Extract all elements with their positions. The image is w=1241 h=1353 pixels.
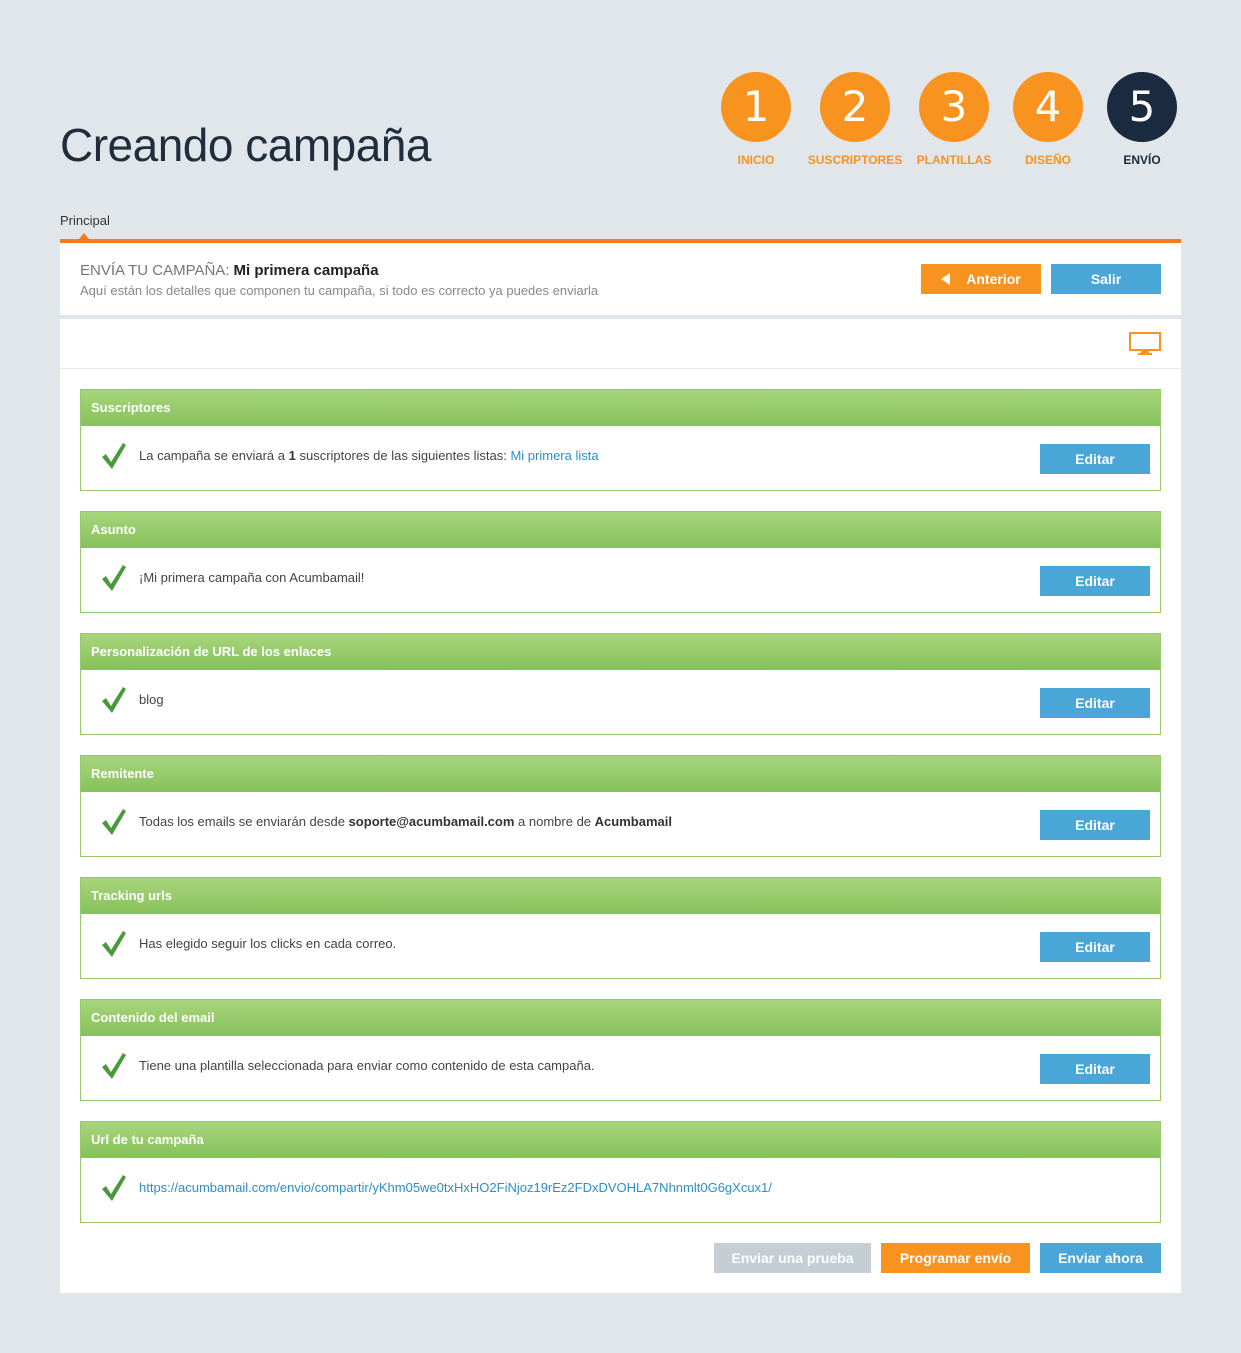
section-title: Contenido del email <box>81 1000 1160 1036</box>
checkmark-icon <box>102 1175 126 1201</box>
header-prefix: ENVÍA TU CAMPAÑA: <box>80 262 230 279</box>
wizard-steps: 1 INICIO 2 SUSCRIPTORES 3 PLANTILLAS 4 D… <box>700 72 1200 172</box>
arrow-left-icon <box>941 273 951 286</box>
summary-toolbar <box>60 319 1181 369</box>
section-title: Remitente <box>81 756 1160 792</box>
salir-button[interactable]: Salir <box>1051 264 1161 294</box>
section-contenido: Contenido del email Tiene una plantilla … <box>80 999 1161 1101</box>
section-asunto: Asunto ¡Mi primera campaña con Acumbamai… <box>80 511 1161 613</box>
anterior-label: Anterior <box>966 271 1021 287</box>
campaign-url-link[interactable]: https://acumbamail.com/envio/compartir/y… <box>139 1180 772 1195</box>
monitor-icon[interactable] <box>1129 332 1161 356</box>
step-diseno[interactable]: 4 DISEÑO <box>998 72 1098 167</box>
section-personalizacion: Personalización de URL de los enlaces bl… <box>80 633 1161 735</box>
section-text: La campaña se enviará a 1 suscriptores d… <box>139 448 599 463</box>
text-before: Todas los emails se enviarán desde <box>139 814 345 829</box>
step-label: PLANTILLAS <box>916 153 992 167</box>
section-text: Has elegido seguir los clicks en cada co… <box>139 936 397 951</box>
section-url: Url de tu campaña https://acumbamail.com… <box>80 1121 1161 1223</box>
section-text: blog <box>139 692 164 707</box>
send-test-button[interactable]: Enviar una prueba <box>714 1243 871 1273</box>
checkmark-icon <box>102 687 126 713</box>
section-title: Suscriptores <box>81 390 1160 426</box>
section-title: Tracking urls <box>81 878 1160 914</box>
send-now-button[interactable]: Enviar ahora <box>1040 1243 1161 1273</box>
tab-principal[interactable]: Principal <box>60 213 110 228</box>
schedule-send-button[interactable]: Programar envío <box>881 1243 1030 1273</box>
section-text: ¡Mi primera campaña con Acumbamail! <box>139 570 365 585</box>
step-number: 3 <box>919 72 989 142</box>
campaign-header-subtitle: Aquí están los detalles que componen tu … <box>80 283 599 298</box>
step-number: 4 <box>1013 72 1083 142</box>
text-middle: a nombre de <box>518 814 592 829</box>
checkmark-icon <box>102 1053 126 1079</box>
campaign-header-title: ENVÍA TU CAMPAÑA: Mi primera campaña <box>80 262 379 279</box>
step-label: DISEÑO <box>1024 153 1071 167</box>
sender-name: Acumbamail <box>594 814 672 829</box>
section-tracking: Tracking urls Has elegido seguir los cli… <box>80 877 1161 979</box>
section-title: Personalización de URL de los enlaces <box>81 634 1160 670</box>
checkmark-icon <box>102 443 126 469</box>
campaign-name: Mi primera campaña <box>233 262 379 279</box>
edit-contenido-button[interactable]: Editar <box>1040 1054 1150 1084</box>
list-link[interactable]: Mi primera lista <box>510 448 598 463</box>
campaign-header: ENVÍA TU CAMPAÑA: Mi primera campaña Aquí… <box>60 243 1181 315</box>
step-suscriptores[interactable]: 2 SUSCRIPTORES <box>805 72 905 167</box>
subscriber-count: 1 <box>288 448 296 463</box>
checkmark-icon <box>102 809 126 835</box>
step-label: SUSCRIPTORES <box>807 153 903 167</box>
edit-suscriptores-button[interactable]: Editar <box>1040 444 1150 474</box>
step-inicio[interactable]: 1 INICIO <box>706 72 806 167</box>
page-title: Creando campaña <box>60 119 431 171</box>
edit-personalizacion-button[interactable]: Editar <box>1040 688 1150 718</box>
text-before: La campaña se enviará a <box>139 448 285 463</box>
step-number: 2 <box>820 72 890 142</box>
edit-asunto-button[interactable]: Editar <box>1040 566 1150 596</box>
step-envio[interactable]: 5 ENVÍO <box>1092 72 1192 167</box>
checkmark-icon <box>102 565 126 591</box>
step-number: 1 <box>721 72 791 142</box>
sender-email: soporte@acumbamail.com <box>348 814 515 829</box>
section-text: Todas los emails se enviarán desde sopor… <box>139 814 672 829</box>
step-label: INICIO <box>737 153 775 167</box>
text-after: suscriptores de las siguientes listas: <box>299 448 507 463</box>
section-suscriptores: Suscriptores La campaña se enviará a 1 s… <box>80 389 1161 491</box>
edit-remitente-button[interactable]: Editar <box>1040 810 1150 840</box>
section-title: Asunto <box>81 512 1160 548</box>
anterior-button[interactable]: Anterior <box>921 264 1041 294</box>
step-plantillas[interactable]: 3 PLANTILLAS <box>904 72 1004 167</box>
section-remitente: Remitente Todas los emails se enviarán d… <box>80 755 1161 857</box>
section-title: Url de tu campaña <box>81 1122 1160 1158</box>
section-text: Tiene una plantilla seleccionada para en… <box>139 1058 595 1073</box>
edit-tracking-button[interactable]: Editar <box>1040 932 1150 962</box>
checkmark-icon <box>102 931 126 957</box>
step-number: 5 <box>1107 72 1177 142</box>
campaign-summary-panel: Suscriptores La campaña se enviará a 1 s… <box>60 319 1181 1293</box>
step-label: ENVÍO <box>1123 153 1161 167</box>
